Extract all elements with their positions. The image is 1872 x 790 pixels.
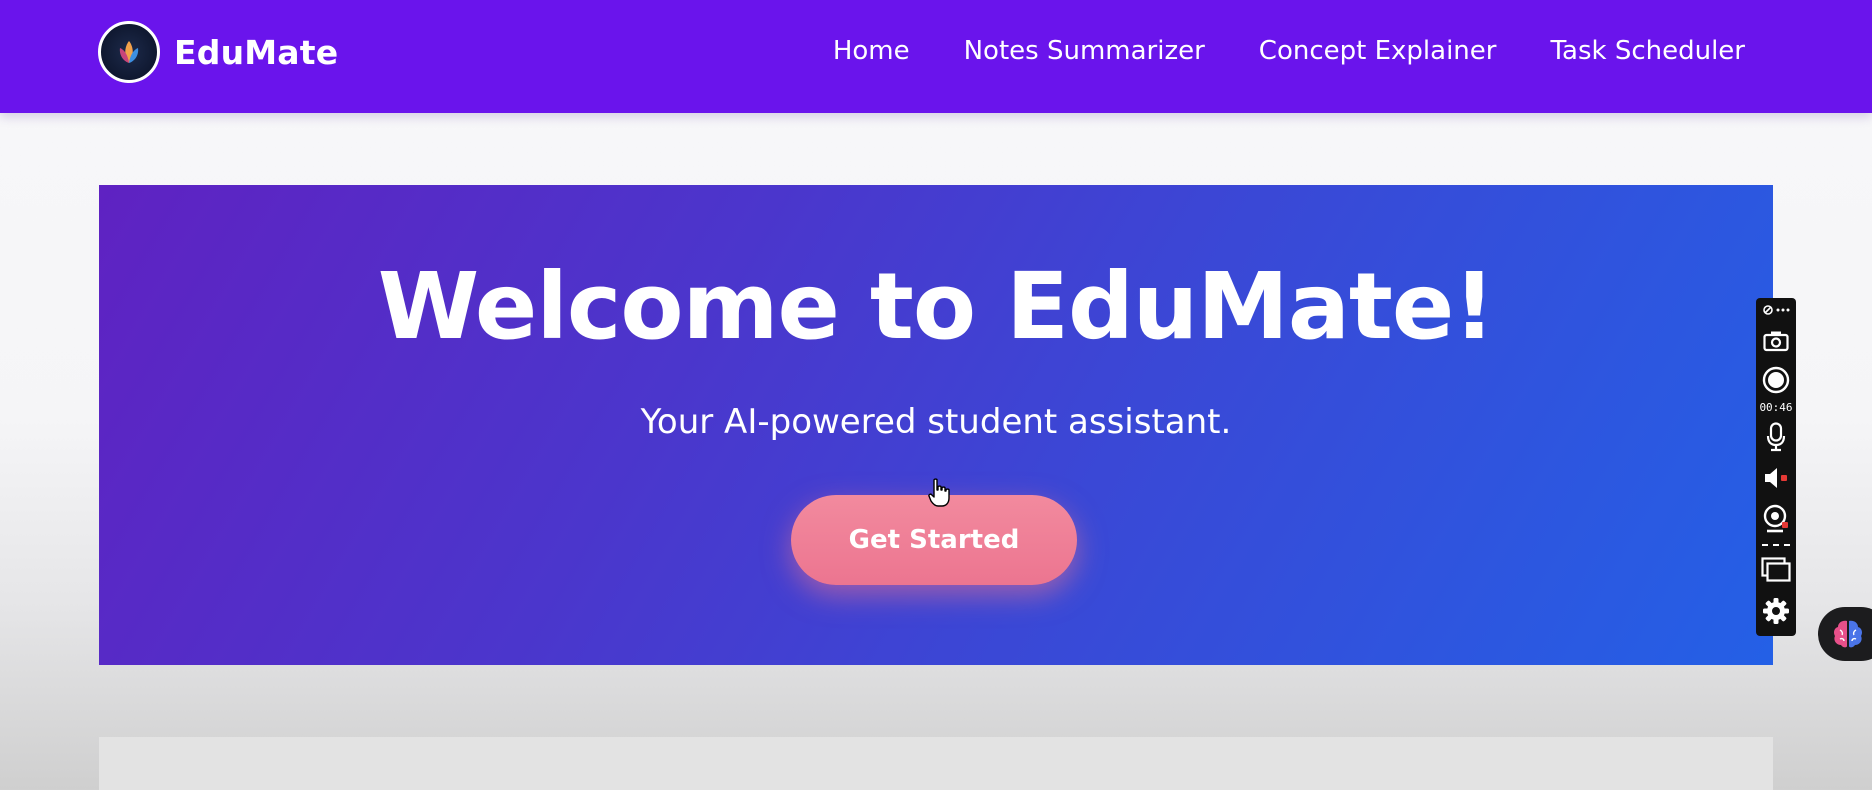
hero-title: Welcome to EduMate! xyxy=(377,253,1496,360)
nav-link-notes-summarizer[interactable]: Notes Summarizer xyxy=(964,36,1205,66)
microphone-toggle[interactable] xyxy=(1756,421,1796,453)
camera-icon xyxy=(1763,331,1789,352)
webcam-toggle[interactable] xyxy=(1756,502,1796,536)
hero-banner: Welcome to EduMate! Your AI-powered stud… xyxy=(99,185,1773,665)
brand[interactable]: EduMate xyxy=(98,21,338,83)
gear-icon xyxy=(1763,598,1789,624)
screen-recorder-toolbar: 00:46 xyxy=(1756,298,1796,636)
microphone-icon xyxy=(1766,422,1786,452)
window-icon xyxy=(1761,557,1791,582)
more-icon[interactable] xyxy=(1776,307,1790,313)
recorder-header xyxy=(1756,302,1796,318)
content-card xyxy=(99,737,1773,790)
capture-area-button[interactable] xyxy=(1756,554,1796,586)
speaker-icon xyxy=(1765,468,1787,488)
ai-assistant-bubble[interactable] xyxy=(1818,607,1872,661)
record-button[interactable] xyxy=(1756,364,1796,396)
record-icon xyxy=(1762,366,1790,394)
nav-links: Home Notes Summarizer Concept Explainer … xyxy=(833,30,1745,72)
hand-cursor-icon xyxy=(928,478,950,507)
brain-icon xyxy=(1834,620,1862,648)
hero-subtitle: Your AI-powered student assistant. xyxy=(640,402,1232,442)
nav-link-task-scheduler[interactable]: Task Scheduler xyxy=(1550,36,1745,66)
webcam-icon xyxy=(1763,504,1788,533)
pin-icon[interactable] xyxy=(1762,304,1774,316)
get-started-button[interactable]: Get Started xyxy=(791,495,1077,585)
nav-link-concept-explainer[interactable]: Concept Explainer xyxy=(1259,36,1497,66)
recording-timer: 00:46 xyxy=(1759,401,1793,414)
system-audio-toggle[interactable] xyxy=(1756,463,1796,493)
nav-link-home[interactable]: Home xyxy=(833,36,910,66)
top-navbar: EduMate Home Notes Summarizer Concept Ex… xyxy=(0,0,1872,113)
logo-icon xyxy=(98,21,160,83)
screenshot-button[interactable] xyxy=(1756,326,1796,356)
recorder-divider xyxy=(1762,544,1790,546)
recorder-settings-button[interactable] xyxy=(1756,594,1796,628)
brand-name: EduMate xyxy=(174,32,339,72)
